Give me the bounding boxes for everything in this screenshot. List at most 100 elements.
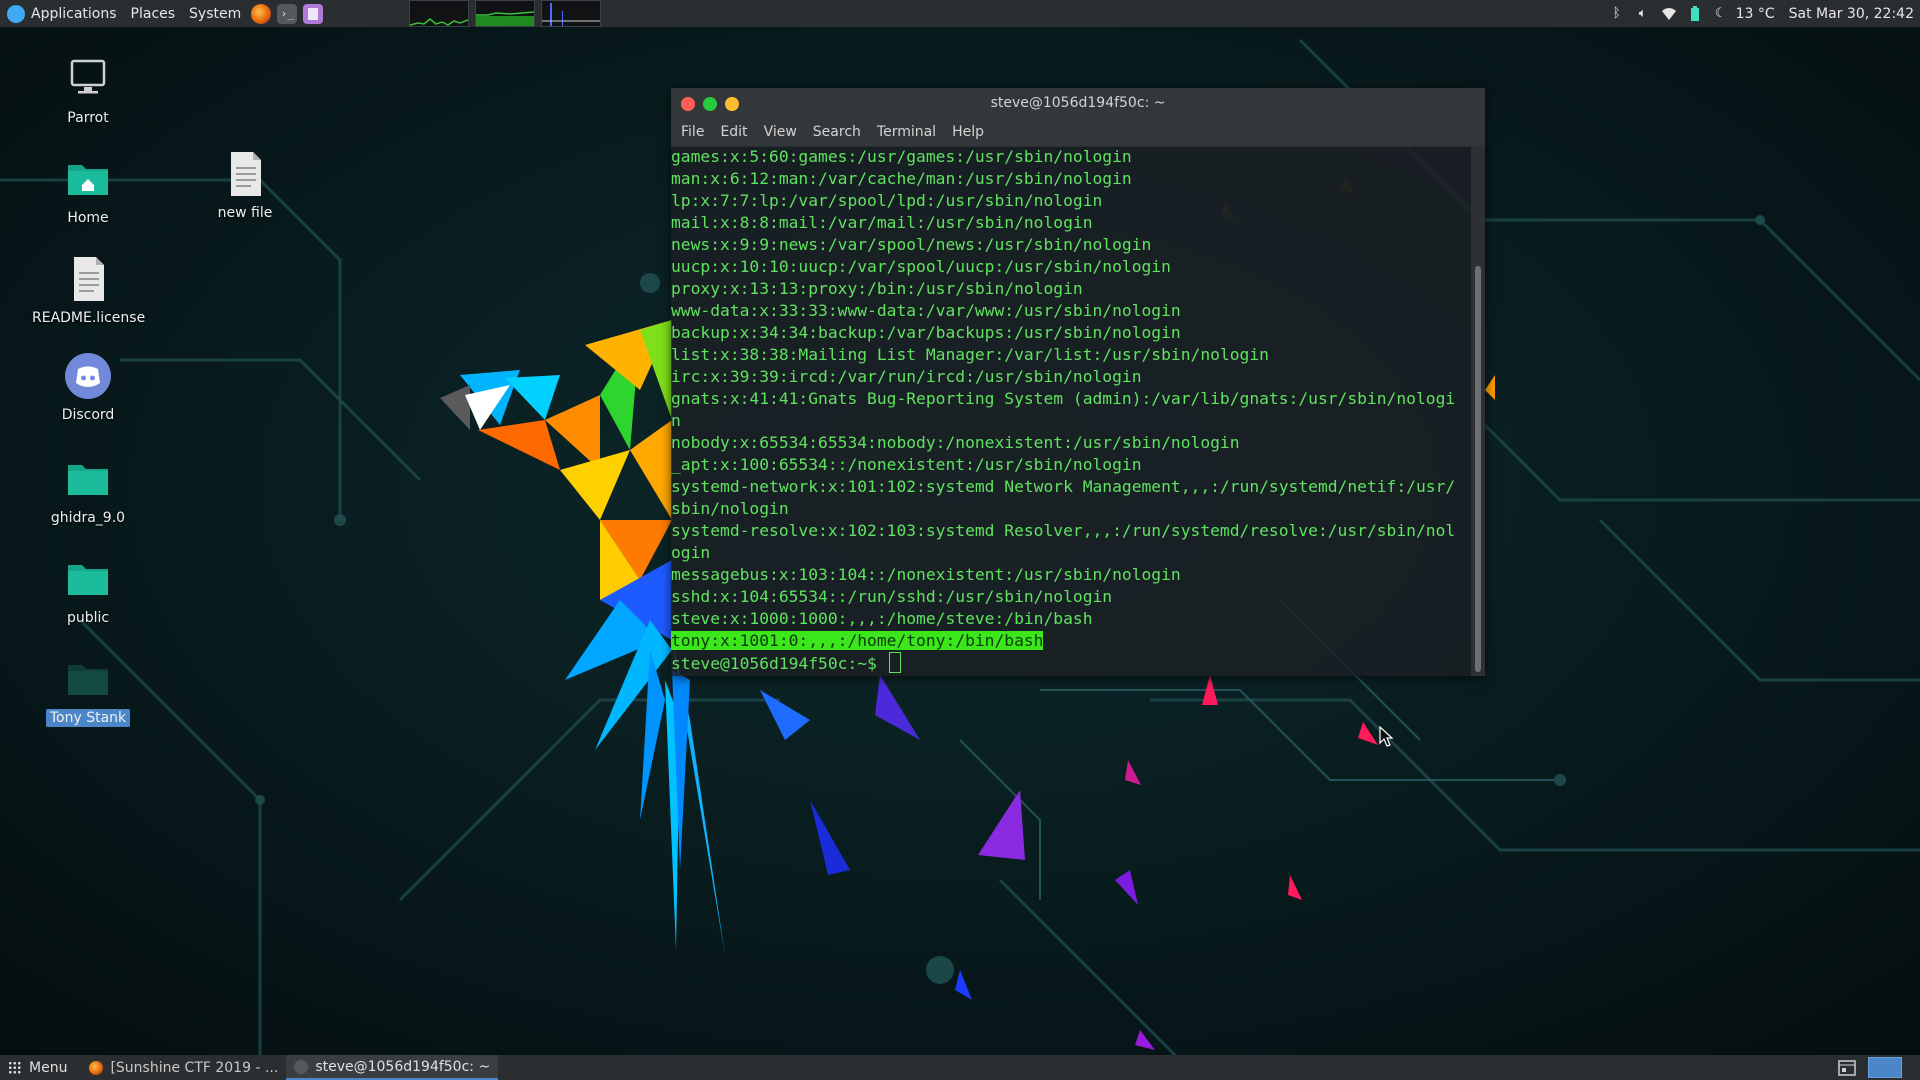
taskbar-item-firefox[interactable]: [Sunshine CTF 2019 - ... [81,1055,286,1080]
desktop-icon-label: Discord [61,407,115,423]
weather-icon: ☾ [1714,6,1727,21]
battery-icon[interactable] [1686,5,1704,23]
home-folder-icon [64,155,112,203]
terminal-window[interactable]: steve@1056d194f50c: ~ File Edit View Sea… [671,88,1485,676]
desktop-icon-label: new file [217,205,273,221]
desktop-icon-tony-stank[interactable]: Tony Stank [28,655,148,727]
text-file-icon [221,150,269,198]
terminal-line: gnats:x:41:41:Gnats Bug-Reporting System… [671,389,1456,408]
workspace-switcher [1829,1055,1920,1080]
taskbar-item-label: [Sunshine CTF 2019 - ... [110,1059,279,1076]
terminal-line: messagebus:x:103:104::/nonexistent:/usr/… [671,565,1181,584]
desktop-icon-label: Tony Stank [45,709,131,727]
wifi-icon[interactable] [1660,5,1678,23]
window-title: steve@1056d194f50c: ~ [990,95,1166,111]
terminal-line: www-data:x:33:33:www-data:/var/www:/usr/… [671,301,1181,320]
system-tray: ᛒ 🔈︎ ☾ 13 °C Sat Mar 30, 22:42 [1604,0,1920,27]
terminal-line: steve:x:1000:1000:,,,:/home/steve:/bin/b… [671,609,1093,628]
terminal-line: systemd-network:x:101:102:systemd Networ… [671,477,1456,496]
applications-menu-label: Applications [31,5,117,22]
menu-search[interactable]: Search [809,124,871,140]
terminal-line: systemd-resolve:x:102:103:systemd Resolv… [671,521,1456,540]
desktop-icon-parrot[interactable]: Parrot [28,55,148,127]
taskbar-item-label: steve@1056d194f50c: ~ [315,1058,491,1075]
terminal-line: sbin/nologin [671,499,789,518]
terminal-line: man:x:6:12:man:/var/cache/man:/usr/sbin/… [671,169,1132,188]
clock[interactable]: Sat Mar 30, 22:42 [1785,0,1920,27]
terminal-line: _apt:x:100:65534::/nonexistent:/usr/sbin… [671,455,1142,474]
desktop-icon-readme-license[interactable]: README.license [28,255,148,327]
terminal-icon[interactable]: ›_ [277,3,298,24]
places-menu[interactable]: Places [124,0,183,27]
menu-label: Menu [29,1059,68,1076]
desktop-icon-ghidra[interactable]: ghidra_9.0 [28,455,148,527]
system-menu[interactable]: System [182,0,248,27]
terminal-icon [294,1059,309,1074]
weather-temperature[interactable]: 13 °C [1734,0,1785,27]
desktop-icon-label: public [66,610,110,626]
terminal-line: proxy:x:13:13:proxy:/bin:/usr/sbin/nolog… [671,279,1083,298]
terminal-line: news:x:9:9:news:/var/spool/news:/usr/sbi… [671,235,1152,254]
terminal-menubar: File Edit View Search Terminal Help [671,118,1485,147]
mouse-pointer [1379,726,1394,747]
memory-monitor-graph [475,0,536,27]
menu-file[interactable]: File [677,124,714,140]
terminal-line: mail:x:8:8:mail:/var/mail:/usr/sbin/nolo… [671,213,1093,232]
terminal-line: nobody:x:65534:65534:nobody:/nonexistent… [671,433,1240,452]
terminal-titlebar[interactable]: steve@1056d194f50c: ~ [671,88,1485,118]
firefox-icon [89,1060,104,1075]
folder-icon [64,455,112,503]
terminal-line: n [671,411,681,430]
bluetooth-icon[interactable]: ᛒ [1608,5,1626,23]
desktop-icon-label: README.license [32,310,146,326]
shell-prompt: steve@1056d194f50c:~$ [671,654,887,673]
system-menu-label: System [189,5,242,22]
computer-icon [64,55,112,103]
terminal-line: list:x:38:38:Mailing List Manager:/var/l… [671,345,1269,364]
desktop-icon-label: ghidra_9.0 [50,510,126,526]
terminal-line: games:x:5:60:games:/usr/games:/usr/sbin/… [671,147,1132,166]
parrot-logo-icon [7,4,25,23]
selected-text: tony:x:1001:0:,,,:/home/tony:/bin/bash [671,631,1044,650]
scrollbar-thumb[interactable] [1475,266,1481,672]
taskbar-item-terminal[interactable]: steve@1056d194f50c: ~ [286,1055,499,1080]
terminal-output[interactable]: games:x:5:60:games:/usr/games:/usr/sbin/… [671,146,1471,676]
desktop-icon-label: Parrot [67,110,109,126]
places-menu-label: Places [130,5,176,22]
bottom-panel: Menu [Sunshine CTF 2019 - ... steve@1056… [0,1055,1920,1080]
highlighted-terminal-line: tony:x:1001:0:,,,:/home/tony:/bin/bash [671,630,1471,652]
terminal-line: irc:x:39:39:ircd:/var/run/ircd:/usr/sbin… [671,367,1142,386]
terminal-prompt-line[interactable]: steve@1056d194f50c:~$ [671,652,1471,674]
text-editor-icon[interactable] [303,3,324,24]
discord-icon [64,352,112,400]
terminal-line: sshd:x:104:65534::/run/sshd:/usr/sbin/no… [671,587,1113,606]
menu-terminal[interactable]: Terminal [873,124,946,140]
terminal-line: ogin [671,543,711,562]
firefox-icon[interactable] [251,3,272,24]
applications-menu[interactable]: Applications [0,0,124,27]
menu-view[interactable]: View [760,124,807,140]
folder-icon [64,655,112,703]
main-menu-button[interactable]: Menu [0,1055,75,1080]
text-file-icon [64,255,112,303]
show-desktop-icon[interactable] [1832,1057,1862,1078]
volume-icon[interactable]: 🔈︎ [1634,5,1652,23]
text-cursor [888,652,901,673]
desktop-icon-label: Home [67,210,109,226]
grid-menu-icon [8,1061,21,1074]
network-monitor-graph [541,0,602,27]
top-panel: Applications Places System ›_ ᛒ 🔈︎ ☾ 13 … [0,0,1920,27]
workspace-1[interactable] [1868,1057,1902,1078]
menu-edit[interactable]: Edit [716,124,757,140]
folder-icon [64,555,112,603]
terminal-line: backup:x:34:34:backup:/var/backups:/usr/… [671,323,1181,342]
cpu-monitor-graph [409,0,470,27]
menu-help[interactable]: Help [948,124,994,140]
terminal-scrollbar[interactable] [1471,146,1485,676]
terminal-line: lp:x:7:7:lp:/var/spool/lpd:/usr/sbin/nol… [671,191,1103,210]
terminal-line: uucp:x:10:10:uucp:/var/spool/uucp:/usr/s… [671,257,1171,276]
desktop-icon-public[interactable]: public [28,555,148,627]
desktop-icon-discord[interactable]: Discord [28,352,148,424]
desktop-icon-new-file[interactable]: new file [185,150,305,222]
desktop-icon-home[interactable]: Home [28,155,148,227]
